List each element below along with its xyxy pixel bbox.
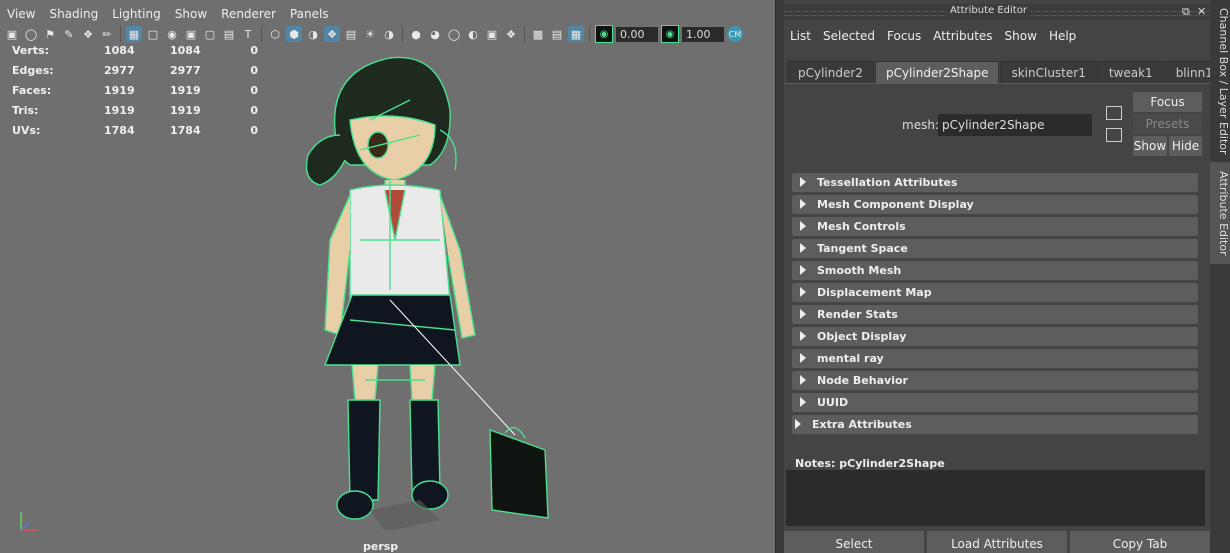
- focus-button[interactable]: Focus: [1133, 92, 1202, 112]
- output-connection-icon[interactable]: [1106, 128, 1122, 142]
- menu-view[interactable]: View: [0, 7, 42, 21]
- tab-channel-box[interactable]: Channel Box / Layer Editor: [1210, 6, 1230, 156]
- expand-arrow-icon: [800, 199, 806, 209]
- menu-focus[interactable]: Focus: [881, 29, 927, 43]
- viewport-panel[interactable]: View Shading Lighting Show Renderer Pane…: [0, 0, 775, 553]
- field-chart-icon[interactable]: ▣: [183, 26, 199, 42]
- gate-mask-icon[interactable]: ◉: [164, 26, 180, 42]
- bookmark-icon[interactable]: ⚑: [42, 26, 58, 42]
- input-connection-icon[interactable]: [1106, 106, 1122, 120]
- copy-tab-button[interactable]: Copy Tab: [1070, 531, 1210, 553]
- select-button[interactable]: Select: [784, 531, 924, 553]
- close-icon[interactable]: ✕: [1197, 5, 1206, 18]
- expand-arrow-icon: [800, 353, 806, 363]
- menu-panels[interactable]: Panels: [283, 7, 336, 21]
- tab-pcylinder2[interactable]: pCylinder2: [787, 61, 874, 84]
- exposure-icon[interactable]: ◉: [595, 25, 613, 43]
- grid-icon[interactable]: ▦: [126, 26, 142, 42]
- attribute-editor-panel: Attribute Editor ⧉ ✕ List Selected Focus…: [784, 0, 1224, 553]
- camera-select-icon[interactable]: ▣: [4, 26, 20, 42]
- float-icon[interactable]: ⧉: [1182, 5, 1190, 19]
- section-mesh-controls[interactable]: Mesh Controls: [792, 217, 1198, 236]
- side-tab-strip: Channel Box / Layer Editor Attribute Edi…: [1210, 0, 1230, 553]
- expand-arrow-icon: [800, 177, 806, 187]
- attribute-sections: Tessellation Attributes Mesh Component D…: [792, 173, 1198, 437]
- menu-renderer[interactable]: Renderer: [214, 7, 283, 21]
- section-mesh-component-display[interactable]: Mesh Component Display: [792, 195, 1198, 214]
- expand-arrow-icon: [800, 397, 806, 407]
- resolution-gate-icon[interactable]: □: [145, 26, 161, 42]
- hide-button[interactable]: Hide: [1169, 136, 1202, 156]
- mesh-name-input[interactable]: [938, 114, 1092, 136]
- film-gate-icon[interactable]: ❖: [80, 26, 96, 42]
- character-model[interactable]: [290, 40, 560, 530]
- expand-arrow-icon: [800, 265, 806, 275]
- menu-attributes[interactable]: Attributes: [927, 29, 998, 43]
- camera-attributes-icon[interactable]: ◯: [23, 26, 39, 42]
- expand-arrow-icon: [800, 221, 806, 231]
- axis-gizmo: [20, 512, 38, 531]
- section-uuid[interactable]: UUID: [792, 393, 1198, 412]
- tab-underline: [784, 83, 1210, 84]
- notes-label: Notes: pCylinder2Shape: [795, 457, 945, 470]
- viewport-menubar: View Shading Lighting Show Renderer Pane…: [0, 4, 775, 24]
- toolbar-separator: [261, 26, 262, 42]
- section-object-display[interactable]: Object Display: [792, 327, 1198, 346]
- section-mental-ray[interactable]: mental ray: [792, 349, 1198, 368]
- color-management-icon[interactable]: CM: [727, 26, 743, 42]
- mesh-label: mesh:: [902, 118, 939, 132]
- toolbar-separator: [589, 26, 590, 42]
- tab-tweak1[interactable]: tweak1: [1097, 61, 1164, 84]
- expand-arrow-icon: [800, 309, 806, 319]
- tab-pcylinder2shape[interactable]: pCylinder2Shape: [874, 61, 1000, 84]
- gamma-icon[interactable]: ◉: [661, 25, 679, 43]
- section-render-stats[interactable]: Render Stats: [792, 305, 1198, 324]
- notes-textarea[interactable]: [786, 470, 1205, 526]
- ae-title-bar[interactable]: Attribute Editor ⧉ ✕: [784, 4, 1210, 20]
- section-tessellation-attributes[interactable]: Tessellation Attributes: [792, 173, 1198, 192]
- ae-title: Attribute Editor: [946, 5, 1031, 16]
- menu-list[interactable]: List: [784, 29, 817, 43]
- menu-show[interactable]: Show: [999, 29, 1043, 43]
- wireframe-icon[interactable]: ⬡: [267, 26, 283, 42]
- safe-action-icon[interactable]: ▢: [202, 26, 218, 42]
- camera-name-label: persp: [363, 540, 399, 553]
- expand-arrow-icon: [795, 419, 801, 429]
- expand-arrow-icon: [800, 287, 806, 297]
- safe-title-icon[interactable]: ▤: [221, 26, 237, 42]
- expand-arrow-icon: [800, 331, 806, 341]
- load-attributes-button[interactable]: Load Attributes: [927, 531, 1067, 553]
- image-plane-icon[interactable]: ✎: [61, 26, 77, 42]
- section-tangent-space[interactable]: Tangent Space: [792, 239, 1198, 258]
- section-smooth-mesh[interactable]: Smooth Mesh: [792, 261, 1198, 280]
- bottom-button-bar: Select Load Attributes Copy Tab: [784, 531, 1210, 553]
- expand-arrow-icon: [800, 375, 806, 385]
- menu-show[interactable]: Show: [168, 7, 214, 21]
- presets-button[interactable]: Presets: [1133, 114, 1202, 134]
- grease-pencil-icon[interactable]: ✏: [99, 26, 115, 42]
- tab-skincluster1[interactable]: skinCluster1: [1000, 61, 1097, 84]
- menu-shading[interactable]: Shading: [42, 7, 105, 21]
- tab-attribute-editor[interactable]: Attribute Editor: [1210, 162, 1230, 264]
- gamma-field[interactable]: 1.00: [682, 26, 724, 42]
- backface-culling-icon[interactable]: ▦: [568, 26, 584, 42]
- show-button[interactable]: Show: [1133, 136, 1167, 156]
- node-tabs: pCylinder2 pCylinder2Shape skinCluster1 …: [787, 61, 1225, 84]
- title-icon[interactable]: T: [240, 26, 256, 42]
- ae-menubar: List Selected Focus Attributes Show Help: [784, 26, 1082, 46]
- section-displacement-map[interactable]: Displacement Map: [792, 283, 1198, 302]
- expand-arrow-icon: [800, 243, 806, 253]
- menu-help[interactable]: Help: [1043, 29, 1082, 43]
- menu-lighting[interactable]: Lighting: [105, 7, 168, 21]
- section-node-behavior[interactable]: Node Behavior: [792, 371, 1198, 390]
- section-extra-attributes[interactable]: Extra Attributes: [792, 415, 1198, 434]
- exposure-field[interactable]: 0.00: [616, 26, 658, 42]
- menu-selected[interactable]: Selected: [817, 29, 881, 43]
- toolbar-separator: [120, 26, 121, 42]
